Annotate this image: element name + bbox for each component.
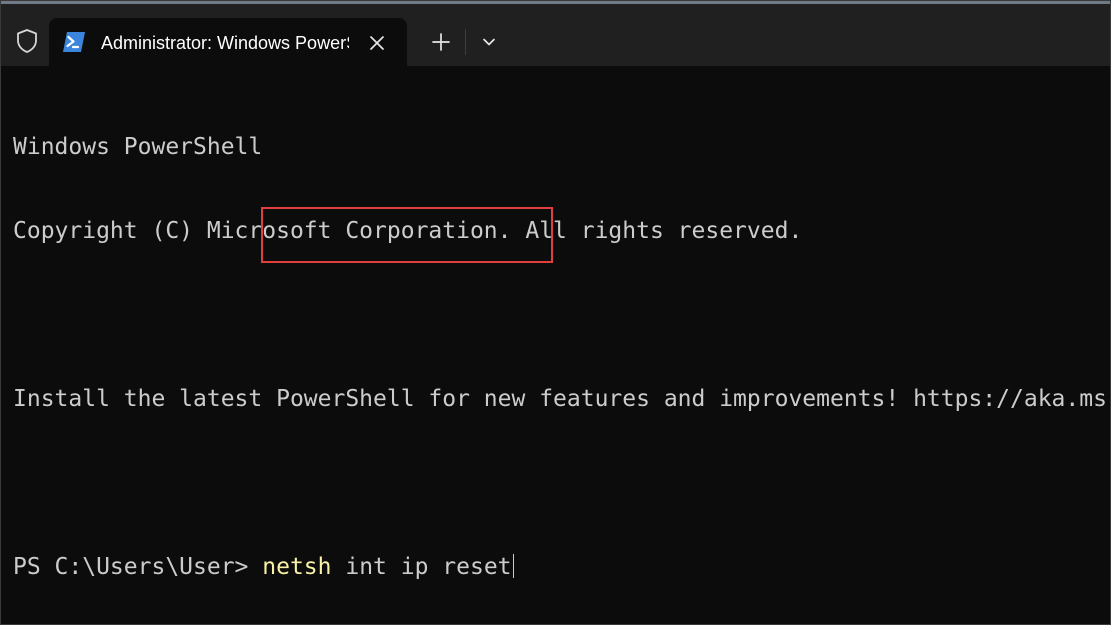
copyright-line: Copyright (C) Microsoft Corporation. All…: [13, 218, 803, 244]
chevron-down-icon[interactable]: [473, 27, 505, 57]
close-icon[interactable]: [363, 29, 391, 57]
tab-powershell[interactable]: Administrator: Windows PowerShell: [49, 18, 407, 66]
prompt-text: PS C:\Users\User>: [13, 554, 263, 580]
shield-icon[interactable]: [13, 27, 41, 55]
header-line: Windows PowerShell: [13, 134, 263, 160]
title-bar[interactable]: Administrator: Windows PowerShell: [1, 1, 1110, 66]
plus-icon[interactable]: [425, 27, 457, 57]
text-cursor: [512, 554, 515, 578]
tab-title: Administrator: Windows PowerShell: [101, 33, 349, 53]
powershell-icon: [62, 31, 86, 53]
scrollbar[interactable]: [1106, 66, 1110, 624]
window-top-border: [1, 1, 1110, 4]
command-line[interactable]: PS C:\Users\User> netsh int ip reset: [13, 553, 1110, 581]
terminal-output[interactable]: Windows PowerShell Copyright (C) Microso…: [13, 77, 1110, 624]
command-arguments: int ip reset: [331, 554, 512, 580]
command-name: netsh: [262, 554, 332, 580]
install-message: Install the latest PowerShell for new fe…: [13, 386, 1110, 412]
terminal-window: Administrator: Windows PowerShell Window…: [0, 0, 1111, 625]
tab-divider: [465, 29, 466, 55]
